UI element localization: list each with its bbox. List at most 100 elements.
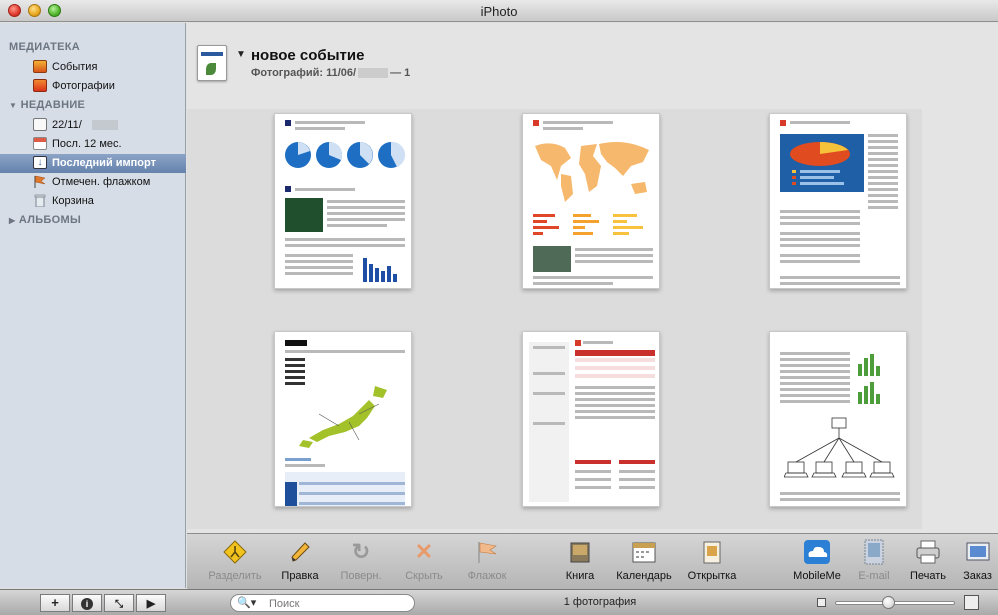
print-label: Печать xyxy=(909,570,947,582)
status-bar: + i ⤡ ▶ 🔍️▾ 1 фотография xyxy=(0,589,998,615)
disclosure-open-icon: ▼ xyxy=(9,101,18,110)
photo-thumbnail[interactable] xyxy=(274,113,412,289)
photo-thumbnail[interactable] xyxy=(769,331,907,507)
title-bar: iPhoto xyxy=(0,0,998,22)
flag-button[interactable]: Флажок xyxy=(461,538,513,588)
play-icon: ▶ xyxy=(146,598,156,610)
flag-icon xyxy=(473,538,501,566)
trash-icon xyxy=(33,194,47,208)
recent-header[interactable]: ▼ НЕДАВНИЕ xyxy=(9,99,85,111)
edit-label: Правка xyxy=(281,570,319,582)
albums-header[interactable]: ▶ АЛЬБОМЫ xyxy=(9,214,81,226)
blurred-text xyxy=(92,120,118,130)
split-label: Разделить xyxy=(208,570,262,582)
slideshow-button[interactable]: ▶ xyxy=(136,594,166,612)
zoom-slider-knob[interactable] xyxy=(882,596,895,609)
hide-icon: ✕ xyxy=(414,539,434,564)
rotate-button[interactable]: ↻ Поверн. xyxy=(333,538,389,588)
search-field[interactable]: 🔍️▾ xyxy=(230,594,415,612)
rotate-label: Поверн. xyxy=(340,570,382,582)
sidebar-item-label: Отмечен. флажком xyxy=(52,176,151,188)
photo-thumbnail[interactable] xyxy=(522,331,660,507)
mobileme-cloud-icon xyxy=(803,538,831,566)
bottom-toolbar: Разделить Правка ↻ Поверн. ✕ Скрыть Флаж… xyxy=(187,533,998,589)
calendar-button[interactable]: Календарь xyxy=(611,538,677,588)
photo-count: 1 фотография xyxy=(563,596,637,608)
disclosure-open-icon[interactable]: ▼ xyxy=(236,49,246,60)
calendar-label: Календарь xyxy=(616,570,672,582)
blurred-text xyxy=(358,68,389,79)
email-label: E-mail xyxy=(858,570,890,582)
photo-thumbnail[interactable] xyxy=(769,113,907,289)
zoom-in-icon[interactable] xyxy=(964,595,979,610)
order-button[interactable]: Заказ xyxy=(957,538,998,588)
book-label: Книга xyxy=(565,570,595,582)
photos-icon xyxy=(33,79,47,92)
sidebar-item-event-22-11[interactable]: 22/11/ xyxy=(0,116,186,135)
event-header: ▼ новое событие Фотографий: 11/06/ — 1 xyxy=(187,23,998,103)
card-button[interactable]: Открытка xyxy=(681,538,743,588)
photo-thumbnail[interactable] xyxy=(274,331,412,507)
sidebar-item-label: Посл. 12 мес. xyxy=(52,138,122,150)
event-thumbnail-icon[interactable] xyxy=(197,45,227,81)
iphoto-window: iPhoto МЕДИАТЕКА События Фотографии ▼ НЕ… xyxy=(0,0,998,615)
printer-icon xyxy=(914,538,942,566)
sidebar-item-label: Последний импорт xyxy=(52,157,156,169)
event-title[interactable]: новое событие xyxy=(251,47,364,64)
plus-icon: + xyxy=(51,595,59,610)
window-title: iPhoto xyxy=(480,4,518,19)
main-content: ▼ новое событие Фотографий: 11/06/ — 1 xyxy=(187,23,998,533)
book-icon xyxy=(566,538,594,566)
event-date-label: Фотографий: 11/06/ xyxy=(251,67,357,79)
book-button[interactable]: Книга xyxy=(557,538,603,588)
rotate-icon: ↻ xyxy=(351,539,371,564)
event-album-icon xyxy=(33,118,47,131)
zoom-out-icon[interactable] xyxy=(817,598,826,607)
order-label: Заказ xyxy=(963,570,992,582)
split-button[interactable]: Разделить xyxy=(205,538,265,588)
mobileme-label: MobileMe xyxy=(793,570,841,582)
email-stamp-icon xyxy=(860,538,888,566)
albums-header-label: АЛЬБОМЫ xyxy=(18,214,82,226)
sidebar-item-flagged[interactable]: Отмечен. флажком xyxy=(0,173,186,192)
print-button[interactable]: Печать xyxy=(905,538,951,588)
sidebar-item-label: События xyxy=(52,61,98,73)
photo-grid xyxy=(187,109,922,529)
email-button[interactable]: E-mail xyxy=(851,538,897,588)
sidebar-item-last-import[interactable]: ↓ Последний импорт xyxy=(0,154,186,173)
zoom-slider-track[interactable] xyxy=(835,601,955,605)
pencil-icon xyxy=(286,538,314,566)
info-button[interactable]: i xyxy=(72,594,102,612)
event-count-label: — 1 xyxy=(390,67,411,79)
split-icon xyxy=(221,538,249,566)
hide-button[interactable]: ✕ Скрыть xyxy=(399,538,449,588)
card-icon xyxy=(698,538,726,566)
edit-button[interactable]: Правка xyxy=(275,538,325,588)
fullscreen-button[interactable]: ⤡ xyxy=(104,594,134,612)
info-icon: i xyxy=(81,598,93,610)
sidebar-item-photos[interactable]: Фотографии xyxy=(0,77,186,96)
photo-thumbnail[interactable] xyxy=(522,113,660,289)
fullscreen-arrows-icon: ⤡ xyxy=(115,599,123,610)
events-icon xyxy=(33,60,47,73)
search-input[interactable] xyxy=(269,597,409,610)
recent-header-label: НЕДАВНИЕ xyxy=(20,99,86,111)
hide-label: Скрыть xyxy=(405,570,443,582)
last-import-icon: ↓ xyxy=(33,156,47,169)
sidebar-item-label: Корзина xyxy=(52,195,94,207)
disclosure-closed-icon: ▶ xyxy=(9,216,16,225)
search-icon: 🔍️▾ xyxy=(237,597,257,609)
calendar-icon xyxy=(630,538,658,566)
sidebar-item-label: Фотографии xyxy=(52,80,115,92)
calendar-icon xyxy=(33,137,47,150)
sidebar-item-events[interactable]: События xyxy=(0,58,186,77)
sidebar-item-last-12-months[interactable]: Посл. 12 мес. xyxy=(0,135,186,154)
order-prints-icon xyxy=(964,538,992,566)
event-subtitle: Фотографий: 11/06/ — 1 xyxy=(251,67,410,79)
sidebar-item-trash[interactable]: Корзина xyxy=(0,192,186,211)
sidebar: МЕДИАТЕКА События Фотографии ▼ НЕДАВНИЕ … xyxy=(0,23,186,588)
flag-label: Флажок xyxy=(467,570,507,582)
flag-icon xyxy=(33,175,47,188)
add-button[interactable]: + xyxy=(40,594,70,612)
mobileme-button[interactable]: MobileMe xyxy=(787,538,847,588)
